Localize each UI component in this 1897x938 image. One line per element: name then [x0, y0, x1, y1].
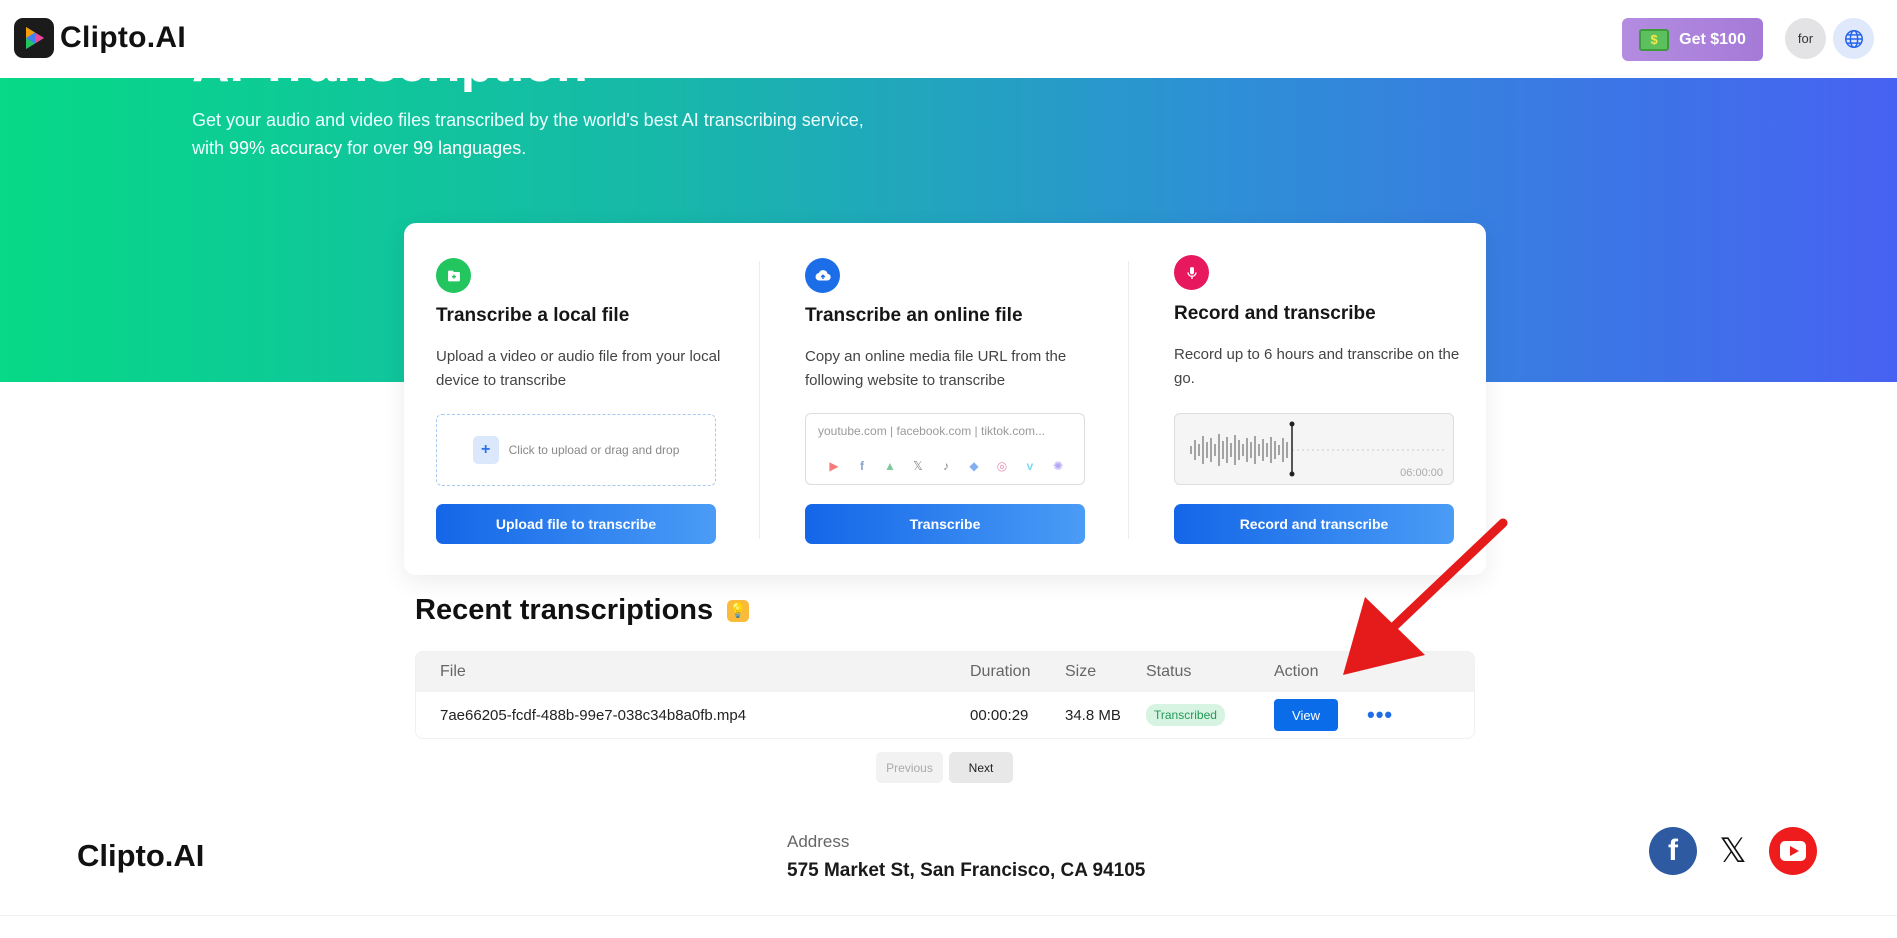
- dropbox-icon: ◆: [969, 459, 979, 473]
- option-description: Record up to 6 hours and transcribe on t…: [1174, 346, 1460, 387]
- youtube-icon[interactable]: [1769, 827, 1817, 875]
- hero-languages: 99 languages: [413, 138, 522, 158]
- lightbulb-icon[interactable]: 💡: [727, 599, 750, 622]
- recent-title-text: Recent transcriptions: [415, 594, 714, 626]
- hero-title: AI Transcription: [192, 78, 588, 94]
- table-header: File Duration Size Status Action: [416, 652, 1474, 692]
- option-title: Transcribe a local file: [436, 305, 630, 326]
- globe-icon: [1844, 29, 1863, 48]
- column-header-size: Size: [1065, 663, 1097, 680]
- divider: [759, 261, 760, 539]
- option-title: Record and transcribe: [1174, 303, 1376, 324]
- previous-page-button[interactable]: Previous: [876, 752, 943, 783]
- money-icon: $: [1639, 28, 1670, 51]
- footer-divider: [0, 915, 1897, 916]
- x-icon: 𝕏: [913, 459, 923, 473]
- column-header-file: File: [440, 663, 466, 680]
- divider: [1128, 261, 1129, 539]
- hero-subtitle-end: .: [521, 138, 527, 158]
- record-max-time: 06:00:00: [1400, 467, 1443, 479]
- view-button[interactable]: View: [1274, 699, 1338, 731]
- supported-sites: ▶ f ▲ 𝕏 ♪ ◆ ◎ v ✺: [826, 458, 1066, 474]
- hero-accuracy: 99% accuracy: [229, 138, 343, 158]
- footer-logo[interactable]: Clipto.AI: [77, 838, 204, 874]
- address-label: Address: [787, 832, 850, 851]
- status-cell: Transcribed: [1146, 692, 1225, 738]
- file-size: 34.8 MB: [1065, 706, 1121, 724]
- address-text: 575 Market St, San Francisco, CA 94105: [787, 860, 1146, 881]
- youtube-icon: ▶: [829, 459, 839, 473]
- folder-plus-icon: [436, 258, 471, 293]
- tiktok-icon: ♪: [943, 459, 949, 473]
- top-header: Clipto.AI $ Get $100 for: [0, 0, 1897, 78]
- dropzone-text: Click to upload or drag and drop: [508, 443, 680, 457]
- column-header-action: Action: [1274, 663, 1319, 680]
- annotation-arrow-icon: [1343, 518, 1508, 675]
- transcribe-button[interactable]: Transcribe: [805, 504, 1085, 544]
- logo-text: Clipto.AI: [60, 21, 187, 54]
- hero-subtitle-line1: Get your audio and video files transcrib…: [192, 110, 864, 130]
- get-100-button[interactable]: $ Get $100: [1622, 18, 1763, 61]
- x-twitter-icon[interactable]: 𝕏: [1709, 827, 1757, 875]
- instagram-icon: ◎: [996, 459, 1008, 473]
- cloud-upload-icon: [805, 258, 840, 293]
- option-description: Copy an online media file URL from the f…: [805, 348, 1067, 389]
- upload-dropzone[interactable]: + Click to upload or drag and drop: [436, 414, 716, 486]
- get-100-label: Get $100: [1679, 30, 1746, 48]
- recent-transcriptions-heading: Recent transcriptions 💡: [415, 594, 750, 627]
- upload-plus-icon: +: [472, 436, 499, 464]
- file-name: 7ae66205-fcdf-488b-99e7-038c34b8a0fb.mp4: [440, 706, 747, 724]
- microphone-icon: [1174, 255, 1209, 290]
- google-drive-icon: ▲: [884, 459, 896, 473]
- waveform-preview: 06:00:00: [1174, 413, 1454, 485]
- option-title: Transcribe an online file: [805, 305, 1023, 326]
- clipto-logo-icon: [14, 18, 54, 58]
- clipto-logo[interactable]: Clipto.AI: [14, 18, 186, 58]
- hero-subtitle-for: for over: [342, 138, 414, 158]
- upload-file-button[interactable]: Upload file to transcribe: [436, 504, 716, 544]
- column-header-duration: Duration: [970, 663, 1031, 680]
- user-avatar[interactable]: for: [1785, 18, 1826, 59]
- transcriptions-table: File Duration Size Status Action 7ae6620…: [415, 651, 1475, 739]
- option-description: Upload a video or audio file from your l…: [436, 348, 721, 389]
- transcribe-options-card: Transcribe a local file Upload a video o…: [404, 223, 1486, 575]
- url-input[interactable]: youtube.com | facebook.com | tiktok.com.…: [805, 413, 1085, 485]
- table-row[interactable]: 7ae66205-fcdf-488b-99e7-038c34b8a0fb.mp4…: [416, 692, 1474, 738]
- hero-subtitle-with: with: [192, 138, 230, 158]
- language-button[interactable]: [1833, 18, 1874, 59]
- status-badge: Transcribed: [1146, 704, 1225, 726]
- url-placeholder: youtube.com | facebook.com | tiktok.com.…: [818, 424, 1045, 438]
- file-duration: 00:00:29: [970, 706, 1029, 724]
- action-cell: View: [1274, 692, 1338, 738]
- more-sites-icon: ✺: [1052, 459, 1064, 473]
- more-options-icon[interactable]: •••: [1367, 692, 1393, 738]
- hero-subtitle: Get your audio and video files transcrib…: [192, 106, 912, 162]
- facebook-icon[interactable]: f: [1649, 827, 1697, 875]
- facebook-icon: f: [860, 459, 864, 473]
- vimeo-icon: v: [1026, 459, 1034, 473]
- next-page-button[interactable]: Next: [949, 752, 1013, 783]
- column-header-status: Status: [1146, 663, 1192, 680]
